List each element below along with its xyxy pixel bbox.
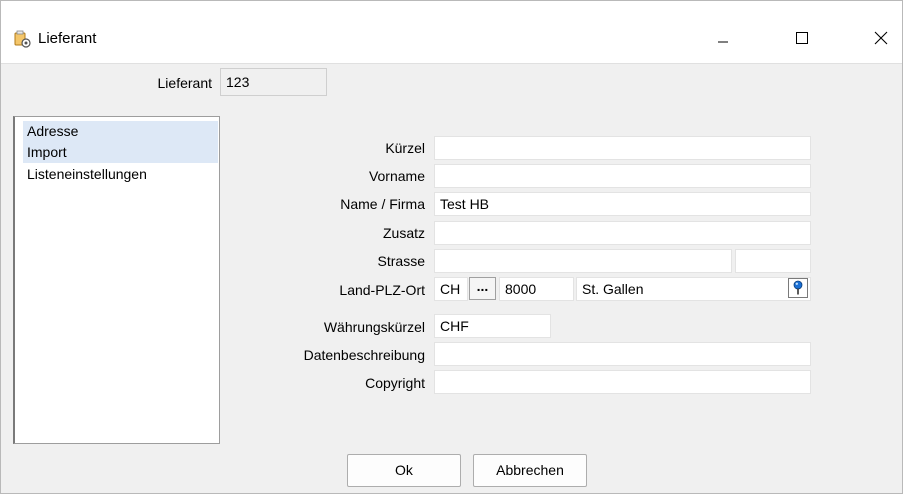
datenbeschreibung-input[interactable]: [434, 342, 811, 366]
maximize-button[interactable]: [779, 23, 825, 53]
kuerzel-label: Kürzel: [385, 140, 425, 156]
window-title: Lieferant: [38, 30, 97, 47]
waehrungskuerzel-label: Währungskürzel: [323, 319, 425, 335]
minimize-icon: [718, 41, 728, 43]
title-bar: Lieferant: [1, 1, 902, 64]
waehrungskuerzel-input[interactable]: CHF: [434, 314, 551, 338]
ort-lookup-button[interactable]: [788, 278, 808, 298]
supplier-gear-icon: [13, 30, 31, 48]
strasse-label: Strasse: [377, 253, 425, 269]
datenbeschreibung-label: Datenbeschreibung: [303, 347, 425, 363]
nav-item-import[interactable]: Import: [23, 142, 218, 163]
name-firma-label: Name / Firma: [340, 196, 425, 212]
close-button[interactable]: [858, 23, 903, 53]
section-nav-list[interactable]: Adresse Import Listeneinstellungen: [13, 116, 220, 444]
lieferant-number-field: 123: [220, 68, 327, 96]
copyright-label: Copyright: [365, 375, 425, 391]
nav-item-listeneinstellungen[interactable]: Listeneinstellungen: [23, 164, 218, 185]
vorname-label: Vorname: [368, 168, 425, 184]
hausnummer-input[interactable]: [735, 249, 811, 273]
ok-button[interactable]: Ok: [347, 454, 461, 487]
location-pin-icon: [793, 280, 803, 295]
nav-item-adresse[interactable]: Adresse: [23, 121, 218, 142]
close-icon: [874, 31, 888, 45]
maximize-icon: [796, 32, 808, 44]
zusatz-label: Zusatz: [382, 225, 425, 241]
name-firma-input[interactable]: Test HB: [434, 192, 811, 216]
lieferant-dialog: Lieferant Lieferant 123 Adresse Import L…: [0, 0, 903, 494]
copyright-input[interactable]: [434, 370, 811, 394]
cancel-button[interactable]: Abbrechen: [473, 454, 587, 487]
zusatz-input[interactable]: [434, 221, 811, 245]
lieferant-label: Lieferant: [157, 75, 212, 91]
kuerzel-input[interactable]: [434, 136, 811, 160]
plz-input[interactable]: 8000: [499, 277, 574, 301]
ort-input[interactable]: St. Gallen: [576, 277, 811, 301]
strasse-input[interactable]: [434, 249, 732, 273]
vorname-input[interactable]: [434, 164, 811, 188]
land-input[interactable]: CH: [434, 277, 468, 301]
land-select-button[interactable]: ...: [469, 277, 496, 300]
land-plz-ort-label: Land-PLZ-Ort: [339, 282, 425, 298]
minimize-button[interactable]: [700, 23, 746, 53]
